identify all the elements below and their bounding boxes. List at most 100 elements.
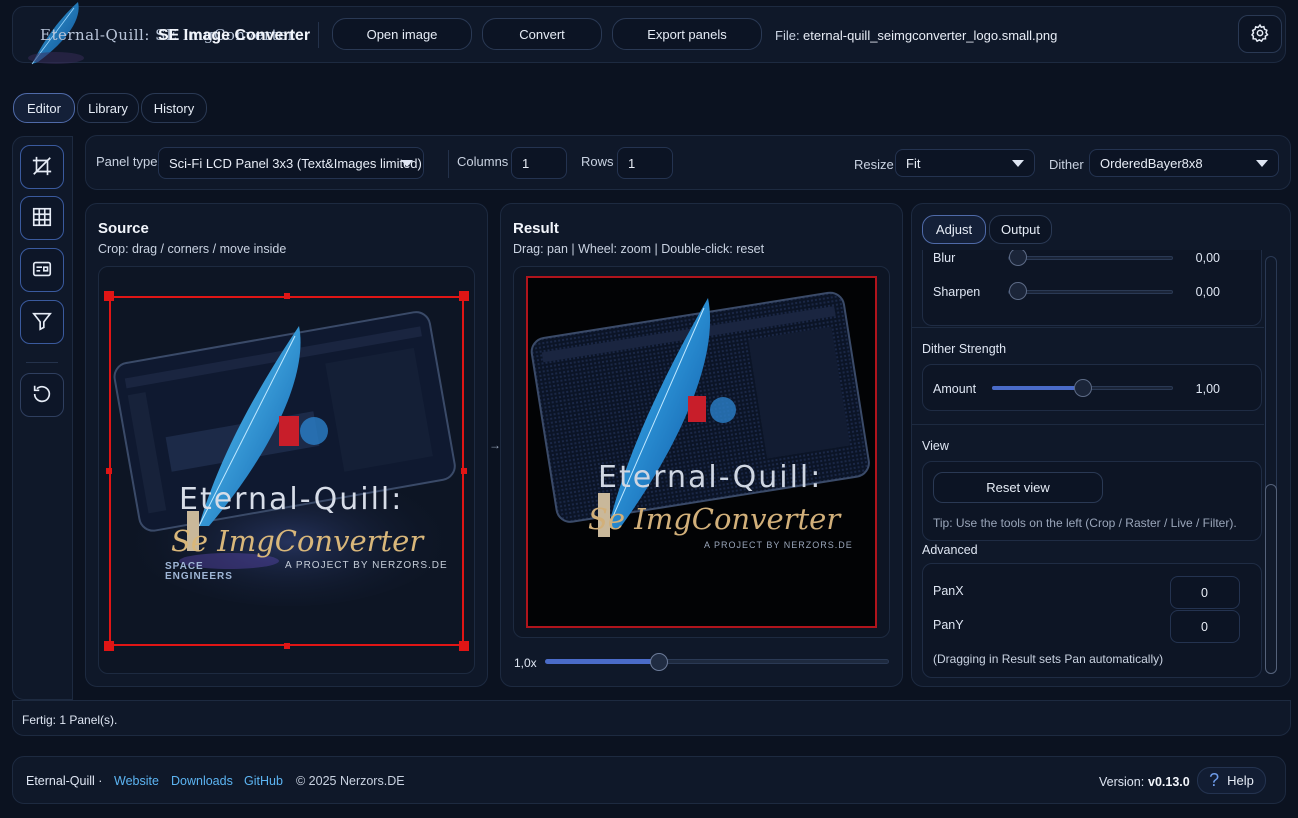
website-link[interactable]: Website [114, 774, 159, 788]
settings-button[interactable] [1238, 15, 1282, 53]
amount-slider-handle[interactable] [1074, 379, 1092, 397]
version-label: Version: [1099, 775, 1145, 789]
pany-value: 0 [1201, 619, 1208, 634]
sharpen-label: Sharpen [933, 285, 981, 299]
tab-library[interactable]: Library [77, 93, 139, 123]
zoom-slider-fill [545, 659, 659, 664]
advanced-title: Advanced [922, 543, 978, 557]
file-label: File: [775, 28, 800, 43]
blur-value: 0,00 [1195, 251, 1220, 265]
source-hint: Crop: drag / corners / move inside [98, 242, 287, 256]
panx-value: 0 [1201, 585, 1208, 600]
pany-label: PanY [933, 618, 964, 632]
adjust-scroll-area[interactable]: Blur 0,00 Sharpen 0,00 Dither Strength A… [912, 250, 1264, 680]
crop-handle-top-left[interactable] [104, 291, 114, 301]
columns-input[interactable]: 1 [511, 147, 567, 179]
resize-label: Resize [854, 157, 894, 172]
help-button[interactable]: ? Help [1197, 767, 1266, 794]
result-image-subtitle: Se ImgConverter [588, 502, 841, 536]
zoom-slider-handle[interactable] [650, 653, 668, 671]
chevron-down-icon [1012, 160, 1024, 167]
options-divider [448, 150, 449, 178]
github-link[interactable]: GitHub [244, 774, 283, 788]
crop-handle-bottom-left[interactable] [104, 641, 114, 651]
crop-tool-button[interactable] [20, 145, 64, 189]
crop-handle-top[interactable] [284, 293, 290, 299]
scrollbar-thumb[interactable] [1265, 484, 1277, 674]
rows-value: 1 [628, 155, 636, 171]
panel-type-value: Sci-Fi LCD Panel 3x3 (Text&Images limite… [169, 155, 422, 171]
tab-history[interactable]: History [141, 93, 207, 123]
convert-button[interactable]: Convert [482, 18, 602, 50]
dither-select[interactable]: OrderedBayer8x8 [1089, 149, 1279, 177]
resize-value: Fit [906, 155, 921, 171]
reset-view-button[interactable]: Reset view [933, 472, 1103, 503]
tab-adjust[interactable]: Adjust [922, 215, 986, 244]
file-name: eternal-quill_seimgconverter_logo.small.… [803, 28, 1058, 43]
live-tool-button[interactable] [20, 248, 64, 292]
tab-output[interactable]: Output [989, 215, 1052, 244]
blur-label: Blur [933, 251, 956, 265]
gear-icon [1250, 23, 1270, 46]
section-divider [912, 327, 1264, 328]
crop-handle-bottom[interactable] [284, 643, 290, 649]
source-title: Source [98, 220, 149, 237]
columns-value: 1 [522, 155, 530, 171]
raster-tool-button[interactable] [20, 196, 64, 240]
crop-icon [31, 155, 53, 180]
dither-label: Dither [1049, 157, 1084, 172]
panel-type-select[interactable]: Sci-Fi LCD Panel 3x3 (Text&Images limite… [158, 147, 424, 179]
section-divider [912, 424, 1264, 425]
pan-note: (Dragging in Result sets Pan automatical… [933, 652, 1164, 666]
version-value: v0.13.0 [1148, 775, 1190, 789]
view-title: View [922, 439, 949, 453]
status-bar [12, 700, 1291, 736]
zoom-label: 1,0x [514, 656, 537, 670]
crop-handle-bottom-right[interactable] [459, 641, 469, 651]
crop-rectangle[interactable] [109, 296, 464, 646]
pany-input[interactable]: 0 [1170, 610, 1240, 643]
columns-label: Columns [457, 154, 509, 169]
blur-slider-track[interactable] [1008, 256, 1173, 260]
reset-tool-button[interactable] [20, 373, 64, 417]
dither-value: OrderedBayer8x8 [1100, 155, 1203, 171]
grid-icon [31, 206, 53, 231]
filter-icon [31, 310, 53, 335]
amount-label: Amount [933, 382, 977, 396]
header-divider [318, 22, 319, 48]
amount-slider-fill [992, 386, 1083, 390]
sharpen-slider-track[interactable] [1008, 290, 1173, 294]
sharpen-slider-handle[interactable] [1009, 282, 1027, 300]
export-panels-button[interactable]: Export panels [612, 18, 762, 50]
app-title: SE Image Converter [158, 27, 311, 44]
result-image-credit: A PROJECT BY NERZORS.DE [704, 540, 853, 550]
rows-input[interactable]: 1 [617, 147, 673, 179]
crop-handle-right[interactable] [461, 468, 467, 474]
resize-select[interactable]: Fit [895, 149, 1035, 177]
footer-copyright: © 2025 Nerzors.DE [296, 774, 405, 788]
panx-input[interactable]: 0 [1170, 576, 1240, 609]
panel-type-label: Panel type [96, 154, 158, 169]
rail-divider [26, 362, 58, 363]
chevron-down-icon [401, 160, 413, 167]
reset-icon [31, 383, 53, 408]
tab-editor[interactable]: Editor [13, 93, 75, 123]
open-image-button[interactable]: Open image [332, 18, 472, 50]
footer-brand: Eternal-Quill · [26, 774, 103, 788]
chevron-down-icon [1256, 160, 1268, 167]
panx-label: PanX [933, 584, 964, 598]
crop-handle-left[interactable] [106, 468, 112, 474]
result-image[interactable]: Eternal-Quill: Se ImgConverter A PROJECT… [526, 276, 877, 628]
result-hint: Drag: pan | Wheel: zoom | Double-click: … [513, 242, 765, 256]
crop-handle-top-right[interactable] [459, 291, 469, 301]
live-preview-icon [31, 258, 53, 283]
rows-label: Rows [581, 154, 614, 169]
dither-strength-title: Dither Strength [922, 342, 1007, 356]
status-text: Fertig: 1 Panel(s). [22, 713, 118, 727]
result-image-title: Eternal-Quill: [598, 460, 823, 495]
filter-tool-button[interactable] [20, 300, 64, 344]
sharpen-value: 0,00 [1195, 285, 1220, 299]
downloads-link[interactable]: Downloads [171, 774, 233, 788]
amount-value: 1,00 [1195, 382, 1220, 396]
help-label: Help [1227, 773, 1254, 788]
